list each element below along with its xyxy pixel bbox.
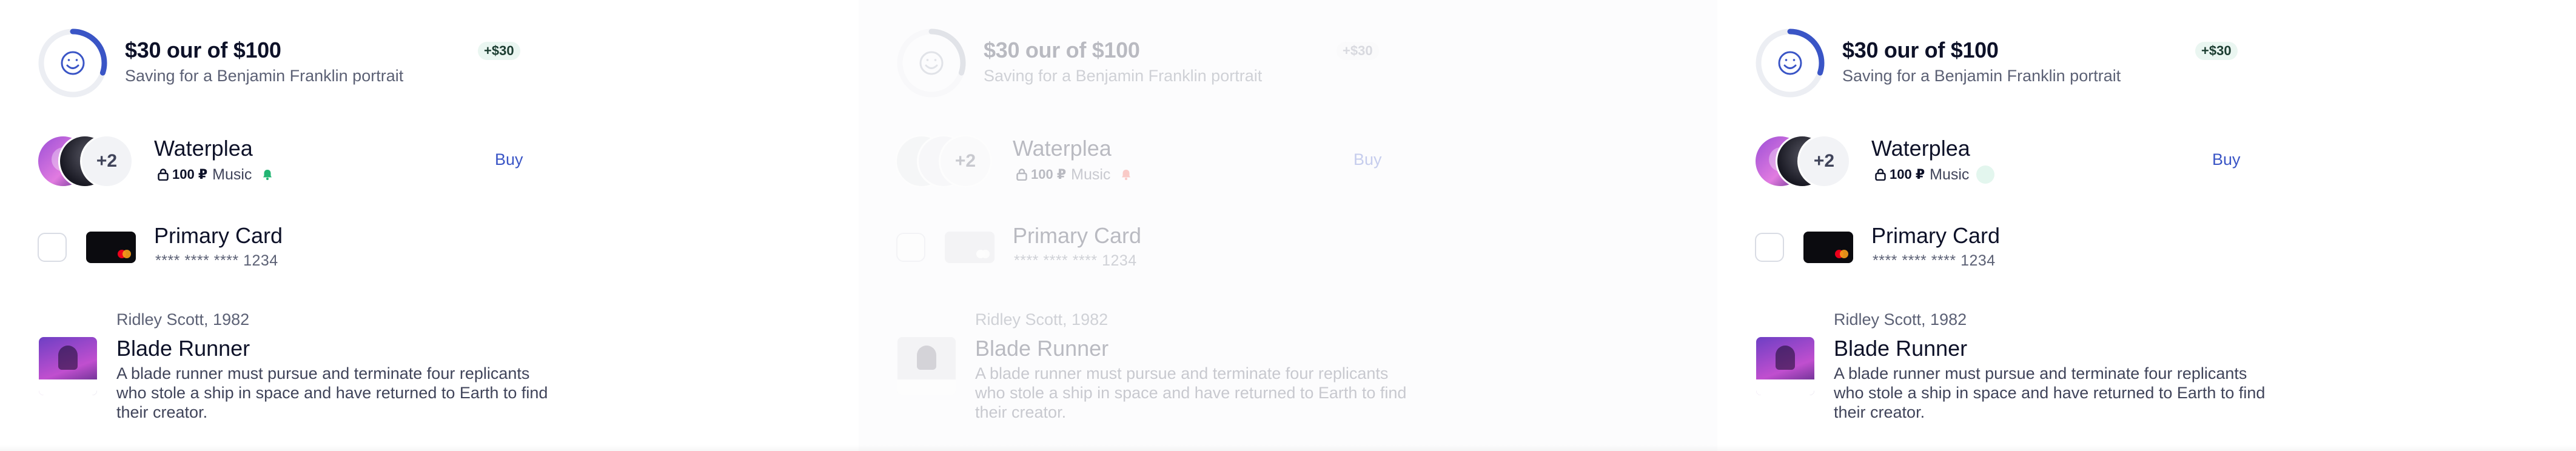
card-thumbnail — [945, 232, 995, 263]
progress-ring — [1756, 28, 1825, 98]
buy-button[interactable]: Buy — [495, 150, 523, 169]
card-title: Primary Card — [1013, 223, 1142, 248]
amount-badge: +$30 — [478, 42, 520, 60]
avatar-overflow-count: +2 — [939, 135, 992, 188]
card-number: **** **** **** 1234 — [1014, 252, 1137, 269]
avatar-stack: +2 — [1754, 135, 1857, 188]
category-label: Music — [1930, 165, 1970, 183]
purchase-title: Waterplea — [1871, 136, 1970, 161]
progress-ring — [897, 28, 966, 98]
amount-badge: +$30 — [1337, 42, 1379, 60]
movie-poster — [39, 337, 97, 395]
progress-title: $30 our of $100 — [1842, 38, 1999, 62]
progress-subtitle: Saving for a Benjamin Franklin portrait — [125, 67, 404, 85]
movie-title: Blade Runner — [116, 336, 250, 361]
smiley-face-icon — [919, 51, 944, 75]
progress-title: $30 our of $100 — [125, 38, 281, 62]
avatar-overflow-count: +2 — [80, 135, 133, 188]
movie-title: Blade Runner — [975, 336, 1109, 361]
progress-title: $30 our of $100 — [984, 38, 1140, 62]
card-thumbnail — [86, 232, 136, 263]
movie-poster — [897, 337, 956, 395]
purchase-meta: 100 ₽ Music — [1875, 165, 1995, 184]
card-thumbnail — [1803, 232, 1853, 263]
purchase-meta: 100 ₽ Music — [1016, 165, 1135, 184]
movie-director: Ridley Scott, 1982 — [116, 310, 250, 329]
panel-edge — [0, 445, 859, 451]
lock-icon — [1875, 169, 1886, 181]
price-tag: 100 ₽ — [1016, 167, 1066, 182]
category-label: Music — [1071, 165, 1111, 183]
bell-icon — [1976, 165, 1995, 184]
movie-director: Ridley Scott, 1982 — [1834, 310, 1967, 329]
bell-icon — [259, 166, 276, 183]
card-title: Primary Card — [154, 223, 283, 248]
mastercard-icon — [1835, 250, 1848, 258]
card-checkbox[interactable] — [38, 233, 67, 262]
movie-poster — [1756, 337, 1814, 395]
panel-edge — [1717, 445, 2576, 451]
lock-icon — [1016, 169, 1027, 181]
mastercard-icon — [118, 250, 131, 258]
price-value: 100 ₽ — [1031, 167, 1067, 182]
purchase-meta: 100 ₽ Music — [158, 165, 276, 184]
movie-director: Ridley Scott, 1982 — [975, 310, 1109, 329]
purchase-title: Waterplea — [154, 136, 253, 161]
smiley-face-icon — [1778, 51, 1802, 75]
mastercard-icon — [976, 250, 990, 258]
panel-default-alt: $30 our of $100 Saving for a Benjamin Fr… — [1717, 0, 2576, 451]
movie-title: Blade Runner — [1834, 336, 1968, 361]
buy-button[interactable]: Buy — [2212, 150, 2241, 169]
card-checkbox[interactable] — [1755, 233, 1784, 262]
movie-description: A blade runner must pursue and terminate… — [975, 364, 1407, 421]
card-number: **** **** **** 1234 — [155, 252, 278, 269]
card-checkbox[interactable] — [896, 233, 925, 262]
progress-ring — [38, 28, 107, 98]
purchase-title: Waterplea — [1013, 136, 1112, 161]
price-tag: 100 ₽ — [1875, 167, 1925, 182]
smiley-face-icon — [61, 51, 85, 75]
movie-description: A blade runner must pursue and terminate… — [116, 364, 548, 421]
card-number: **** **** **** 1234 — [1873, 252, 1996, 269]
avatar-overflow-count: +2 — [1797, 135, 1851, 188]
price-value: 100 ₽ — [172, 167, 208, 182]
price-value: 100 ₽ — [1890, 167, 1925, 182]
avatar-stack: +2 — [895, 135, 998, 188]
panel-edge — [859, 445, 1717, 451]
panel-disabled: $30 our of $100 Saving for a Benjamin Fr… — [859, 0, 1717, 451]
price-tag: 100 ₽ — [158, 167, 207, 182]
category-label: Music — [212, 165, 252, 183]
amount-badge: +$30 — [2195, 42, 2238, 60]
lock-icon — [158, 169, 169, 181]
card-title: Primary Card — [1871, 223, 2001, 248]
avatar-stack: +2 — [36, 135, 139, 188]
progress-subtitle: Saving for a Benjamin Franklin portrait — [1842, 67, 2121, 85]
movie-description: A blade runner must pursue and terminate… — [1834, 364, 2266, 421]
buy-button[interactable]: Buy — [1353, 150, 1382, 169]
panel-default: $30 our of $100 Saving for a Benjamin Fr… — [0, 0, 859, 451]
bell-icon — [1118, 166, 1135, 183]
progress-subtitle: Saving for a Benjamin Franklin portrait — [984, 67, 1263, 85]
